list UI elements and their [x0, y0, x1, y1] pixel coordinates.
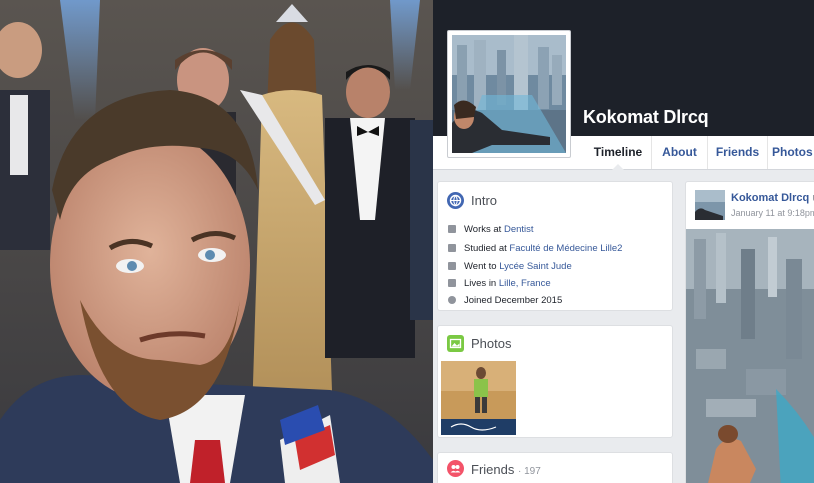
- intro-studied-link[interactable]: Faculté de Médecine Lille2: [509, 243, 622, 254]
- house-icon: [448, 279, 456, 287]
- tab-about[interactable]: About: [652, 136, 707, 169]
- selfie-photo: [0, 0, 433, 483]
- intro-went-label: Went to: [464, 261, 500, 272]
- profile-name[interactable]: Kokomat Dlrcq: [583, 107, 709, 128]
- photos-card: Photos: [437, 325, 673, 438]
- photo-thumbnail-image: [441, 361, 516, 435]
- post-image-picture: [686, 229, 814, 483]
- tab-photos[interactable]: Photos: [772, 136, 814, 169]
- friends-title-text: Friends: [471, 462, 515, 477]
- intro-went: Went to Lycée Saint Jude: [448, 261, 572, 272]
- intro-went-link[interactable]: Lycée Saint Jude: [499, 261, 572, 272]
- intro-joined: Joined December 2015: [448, 295, 562, 306]
- post-author: Kokomat Dlrcq u: [731, 192, 814, 204]
- intro-work-link[interactable]: Dentist: [504, 224, 534, 235]
- friends-title: Friends · 197: [471, 462, 541, 477]
- facebook-profile: Timeline About Friends Photos Kokomat Dl…: [433, 0, 814, 483]
- photo-thumbnail[interactable]: [441, 361, 516, 435]
- intro-lives-label: Lives in: [464, 278, 499, 289]
- post-avatar[interactable]: [695, 190, 725, 220]
- profile-picture[interactable]: [447, 30, 571, 158]
- clock-icon: [448, 296, 456, 304]
- intro-joined-label: Joined December 2015: [464, 295, 563, 306]
- intro-work: Works at Dentist: [448, 224, 534, 235]
- post-author-name[interactable]: Kokomat Dlrcq: [731, 192, 809, 204]
- intro-card: Intro Works at Dentist Studied at Facult…: [437, 181, 673, 311]
- briefcase-icon: [448, 225, 456, 233]
- post-timestamp[interactable]: January 11 at 9:18pm: [731, 208, 814, 218]
- intro-studied: Studied at Faculté de Médecine Lille2: [448, 243, 622, 254]
- intro-title: Intro: [471, 193, 498, 208]
- school-icon: [448, 262, 456, 270]
- timeline-post: Kokomat Dlrcq u January 11 at 9:18pm: [685, 181, 814, 483]
- post-image[interactable]: [686, 229, 814, 483]
- intro-studied-label: Studied at: [464, 243, 510, 254]
- intro-work-label: Works at: [464, 224, 504, 235]
- photos-title: Photos: [471, 336, 512, 351]
- tab-timeline[interactable]: Timeline: [585, 136, 651, 170]
- friends-count: · 197: [517, 466, 541, 477]
- tab-friends[interactable]: Friends: [708, 136, 767, 169]
- intro-lives-link[interactable]: Lille, France: [499, 278, 551, 289]
- graduation-cap-icon: [448, 244, 456, 252]
- photos-icon: [447, 335, 464, 352]
- selfie-photo-image: [0, 0, 433, 483]
- intro-lives: Lives in Lille, France: [448, 278, 551, 289]
- friends-card: Friends · 197: [437, 452, 673, 483]
- intro-globe-icon: [447, 192, 464, 209]
- profile-picture-image: [452, 35, 566, 153]
- tab-divider: [767, 136, 768, 169]
- friends-icon: [447, 460, 464, 477]
